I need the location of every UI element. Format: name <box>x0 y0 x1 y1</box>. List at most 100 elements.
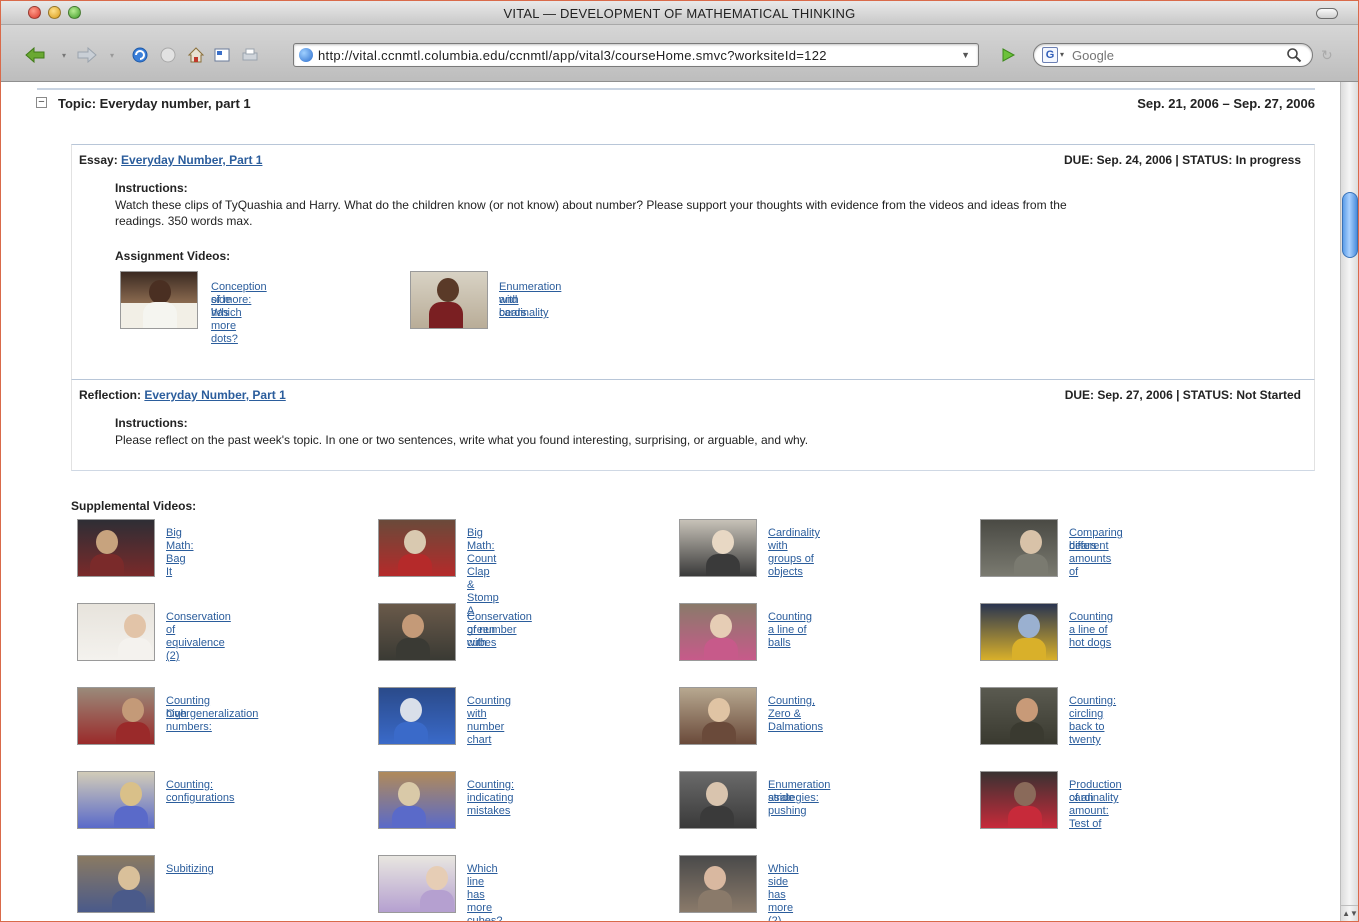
reflection-instructions-line-1: Please reflect on the past week's topic.… <box>115 433 809 447</box>
video-thumbnail[interactable] <box>410 271 488 329</box>
reflection-title-link[interactable]: Everyday Number, Part 1 <box>144 388 285 402</box>
go-arrow-icon <box>1002 48 1016 62</box>
video-thumbnail[interactable] <box>378 855 456 913</box>
go-button[interactable] <box>999 46 1017 64</box>
topic-title: Topic: Everyday number, part 1 <box>58 96 251 111</box>
reload-button[interactable] <box>129 45 151 65</box>
minimize-window-button[interactable] <box>48 6 61 19</box>
address-bar-url: http://vital.ccnmtl.columbia.edu/ccnmtl/… <box>318 48 827 63</box>
video-thumbnail[interactable] <box>679 687 757 745</box>
home-icon <box>187 47 205 63</box>
supplemental-video-link-line-1[interactable]: Subitizing <box>166 863 214 876</box>
forward-history-dropdown[interactable]: ▾ <box>101 45 123 65</box>
video-thumbnail[interactable] <box>77 519 155 577</box>
navigation-toolbar: ▾ ▾ http://vital.ccnmtl.columbia.edu/ccn… <box>1 25 1358 82</box>
video-thumbnail[interactable] <box>980 603 1058 661</box>
top-divider <box>37 88 1315 90</box>
video-thumbnail[interactable] <box>77 771 155 829</box>
supplemental-video-link-line-1[interactable]: Comparing different amounts of <box>1069 527 1123 579</box>
supplemental-video-link-line-1[interactable]: Counting: configurations <box>166 779 235 805</box>
collapse-topic-button[interactable]: − <box>36 97 47 108</box>
video-thumbnail[interactable] <box>980 687 1058 745</box>
video-thumbnail[interactable] <box>378 603 456 661</box>
assignment-video-link-line-2[interactable]: side has more dots? <box>211 294 238 346</box>
video-thumbnail[interactable] <box>77 855 155 913</box>
supplemental-video-link-line-2[interactable]: Overgeneralization <box>166 708 258 721</box>
supplemental-video-link-line-1[interactable]: Big Math: Bag It <box>166 527 194 579</box>
home-button[interactable] <box>185 45 207 65</box>
search-engine-google-icon[interactable]: G <box>1042 47 1058 63</box>
supplemental-video-link-line-1[interactable]: Counting: indicating mistakes <box>467 779 514 818</box>
video-thumbnail[interactable] <box>378 519 456 577</box>
forward-button[interactable] <box>75 45 97 65</box>
supplemental-video-link-line-1[interactable]: Big Math: Count Clap & Stomp A <box>467 527 499 618</box>
supplemental-video-link-line-1[interactable]: Counting, Zero & Dalmations <box>768 695 823 734</box>
reflection-heading: Reflection: Everyday Number, Part 1 <box>79 388 286 402</box>
video-thumbnail[interactable] <box>980 519 1058 577</box>
essay-assignment: Essay: Everyday Number, Part 1 DUE: Sep.… <box>71 144 1315 379</box>
toolbar-toggle-button[interactable] <box>1316 8 1338 19</box>
back-arrow-icon <box>25 47 45 63</box>
reload-icon <box>132 47 148 63</box>
video-thumbnail[interactable] <box>980 771 1058 829</box>
supplemental-video-link-line-1[interactable]: Counting a line of balls <box>768 611 812 650</box>
essay-type-label: Essay: <box>79 153 118 167</box>
close-window-button[interactable] <box>28 6 41 19</box>
search-bar[interactable]: G ▾ <box>1033 43 1313 67</box>
bookmarks-icon <box>214 48 230 62</box>
supplemental-video-link-line-1[interactable]: Which side has more (2) <box>768 863 799 921</box>
supplemental-video-link-line-1[interactable]: Production of an amount: Test of <box>1069 779 1122 831</box>
video-thumbnail[interactable] <box>679 855 757 913</box>
address-history-dropdown[interactable]: ▼ <box>961 50 970 60</box>
stop-icon <box>160 47 176 63</box>
video-thumbnail[interactable] <box>679 603 757 661</box>
supplemental-video-link-line-2[interactable]: green cubes <box>467 624 496 650</box>
assignment-video-link-line-2[interactable]: with bears <box>499 294 527 320</box>
supplemental-video-link-line-1[interactable]: Cardinality with groups of objects <box>768 527 820 579</box>
page-content: − Topic: Everyday number, part 1 Sep. 21… <box>1 82 1340 921</box>
print-icon <box>242 48 258 61</box>
video-thumbnail[interactable] <box>77 603 155 661</box>
essay-title-link[interactable]: Everyday Number, Part 1 <box>121 153 262 167</box>
video-thumbnail[interactable] <box>679 519 757 577</box>
search-engine-dropdown[interactable]: ▾ <box>1060 50 1064 59</box>
address-bar[interactable]: http://vital.ccnmtl.columbia.edu/ccnmtl/… <box>293 43 979 67</box>
back-history-dropdown[interactable]: ▾ <box>53 45 75 65</box>
scroll-down-arrow-icon[interactable]: ▲▼ <box>1341 905 1358 921</box>
back-button[interactable] <box>25 45 47 65</box>
video-thumbnail[interactable] <box>120 271 198 329</box>
supplemental-video-link-line-2[interactable]: bears <box>1069 540 1097 553</box>
essay-heading: Essay: Everyday Number, Part 1 <box>79 153 262 167</box>
reflection-due-status: DUE: Sep. 27, 2006 | STATUS: Not Started <box>1064 388 1301 402</box>
stop-button[interactable] <box>157 45 179 65</box>
magnifier-icon[interactable] <box>1286 47 1302 63</box>
browser-window: VITAL — DEVELOPMENT OF MATHEMATICAL THIN… <box>0 0 1359 922</box>
video-thumbnail[interactable] <box>77 687 155 745</box>
essay-instructions-line-1: Watch these clips of TyQuashia and Harry… <box>115 198 1067 212</box>
site-globe-icon <box>299 48 313 62</box>
supplemental-video-link-line-1[interactable]: Counting with number chart <box>467 695 511 747</box>
title-bar: VITAL — DEVELOPMENT OF MATHEMATICAL THIN… <box>1 1 1358 25</box>
assignment-videos-label: Assignment Videos: <box>115 249 231 263</box>
bookmarks-button[interactable] <box>211 45 233 65</box>
vertical-scrollbar[interactable]: ▲▼ <box>1340 82 1358 921</box>
search-input[interactable] <box>1072 47 1272 64</box>
search-reload-icon[interactable]: ↻ <box>1321 47 1337 63</box>
supplemental-video-link-line-1[interactable]: Which line has more cubes? <box>467 863 502 921</box>
supplemental-video-link-line-2[interactable]: aside <box>768 792 794 805</box>
supplemental-videos-label: Supplemental Videos: <box>71 499 197 513</box>
video-thumbnail[interactable] <box>378 687 456 745</box>
video-thumbnail[interactable] <box>378 771 456 829</box>
supplemental-video-link-line-1[interactable]: Conservation of equivalence (2) <box>166 611 231 663</box>
topic-dates: Sep. 21, 2006 – Sep. 27, 2006 <box>1137 96 1315 111</box>
zoom-window-button[interactable] <box>68 6 81 19</box>
reflection-type-label: Reflection: <box>79 388 142 402</box>
essay-due-status: DUE: Sep. 24, 2006 | STATUS: In progress <box>1064 153 1301 167</box>
supplemental-video-link-line-2[interactable]: cardinality <box>1069 792 1119 805</box>
print-button[interactable] <box>239 45 261 65</box>
video-thumbnail[interactable] <box>679 771 757 829</box>
supplemental-video-link-line-1[interactable]: Counting a line of hot dogs <box>1069 611 1113 650</box>
supplemental-video-link-line-1[interactable]: Counting: circling back to twenty <box>1069 695 1116 747</box>
essay-instructions-label: Instructions: <box>115 181 188 195</box>
scrollbar-thumb[interactable] <box>1342 192 1358 258</box>
